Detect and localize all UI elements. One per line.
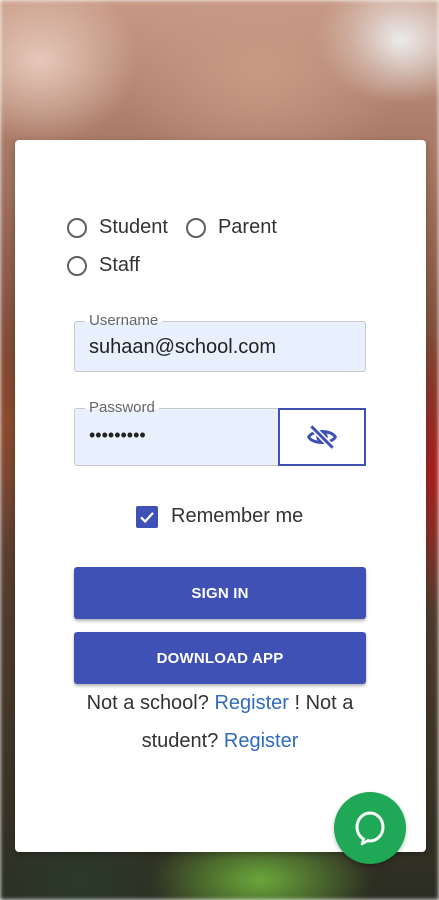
toggle-password-button[interactable] bbox=[278, 408, 366, 466]
chat-bubble-icon bbox=[355, 811, 385, 846]
radio-circle bbox=[67, 255, 87, 276]
radio-student[interactable]: Student bbox=[67, 216, 168, 239]
sign-in-button[interactable]: SIGN IN bbox=[74, 567, 366, 619]
download-app-button[interactable]: DOWNLOAD APP bbox=[74, 632, 366, 684]
register-student-link[interactable]: Register bbox=[224, 730, 298, 752]
register-text-school: Not a school? bbox=[86, 692, 209, 714]
password-input[interactable]: ••••••••• bbox=[89, 425, 289, 446]
role-selector-row-2: Staff bbox=[67, 254, 140, 277]
radio-parent[interactable]: Parent bbox=[185, 216, 277, 239]
checkbox-checked-icon bbox=[136, 505, 158, 528]
remember-me-label: Remember me bbox=[171, 505, 304, 527]
eye-slash-icon bbox=[306, 424, 338, 450]
register-prompt: Not a school? Register ! Not a student? … bbox=[74, 684, 366, 760]
password-field[interactable]: Password ••••••••• bbox=[74, 399, 280, 466]
radio-circle bbox=[67, 217, 87, 238]
username-field[interactable]: Username bbox=[74, 312, 366, 372]
radio-staff-label: Staff bbox=[99, 254, 140, 276]
username-input[interactable] bbox=[89, 336, 349, 359]
register-school-link[interactable]: Register bbox=[214, 692, 288, 714]
username-label: Username bbox=[85, 312, 163, 330]
role-selector: Student Parent bbox=[67, 216, 277, 239]
remember-me-checkbox[interactable]: Remember me bbox=[136, 505, 303, 528]
chat-button[interactable] bbox=[334, 792, 406, 864]
password-label: Password bbox=[85, 399, 159, 417]
radio-student-label: Student bbox=[99, 216, 168, 238]
radio-parent-label: Parent bbox=[217, 216, 277, 238]
radio-staff[interactable]: Staff bbox=[67, 254, 140, 277]
radio-circle bbox=[185, 217, 206, 238]
